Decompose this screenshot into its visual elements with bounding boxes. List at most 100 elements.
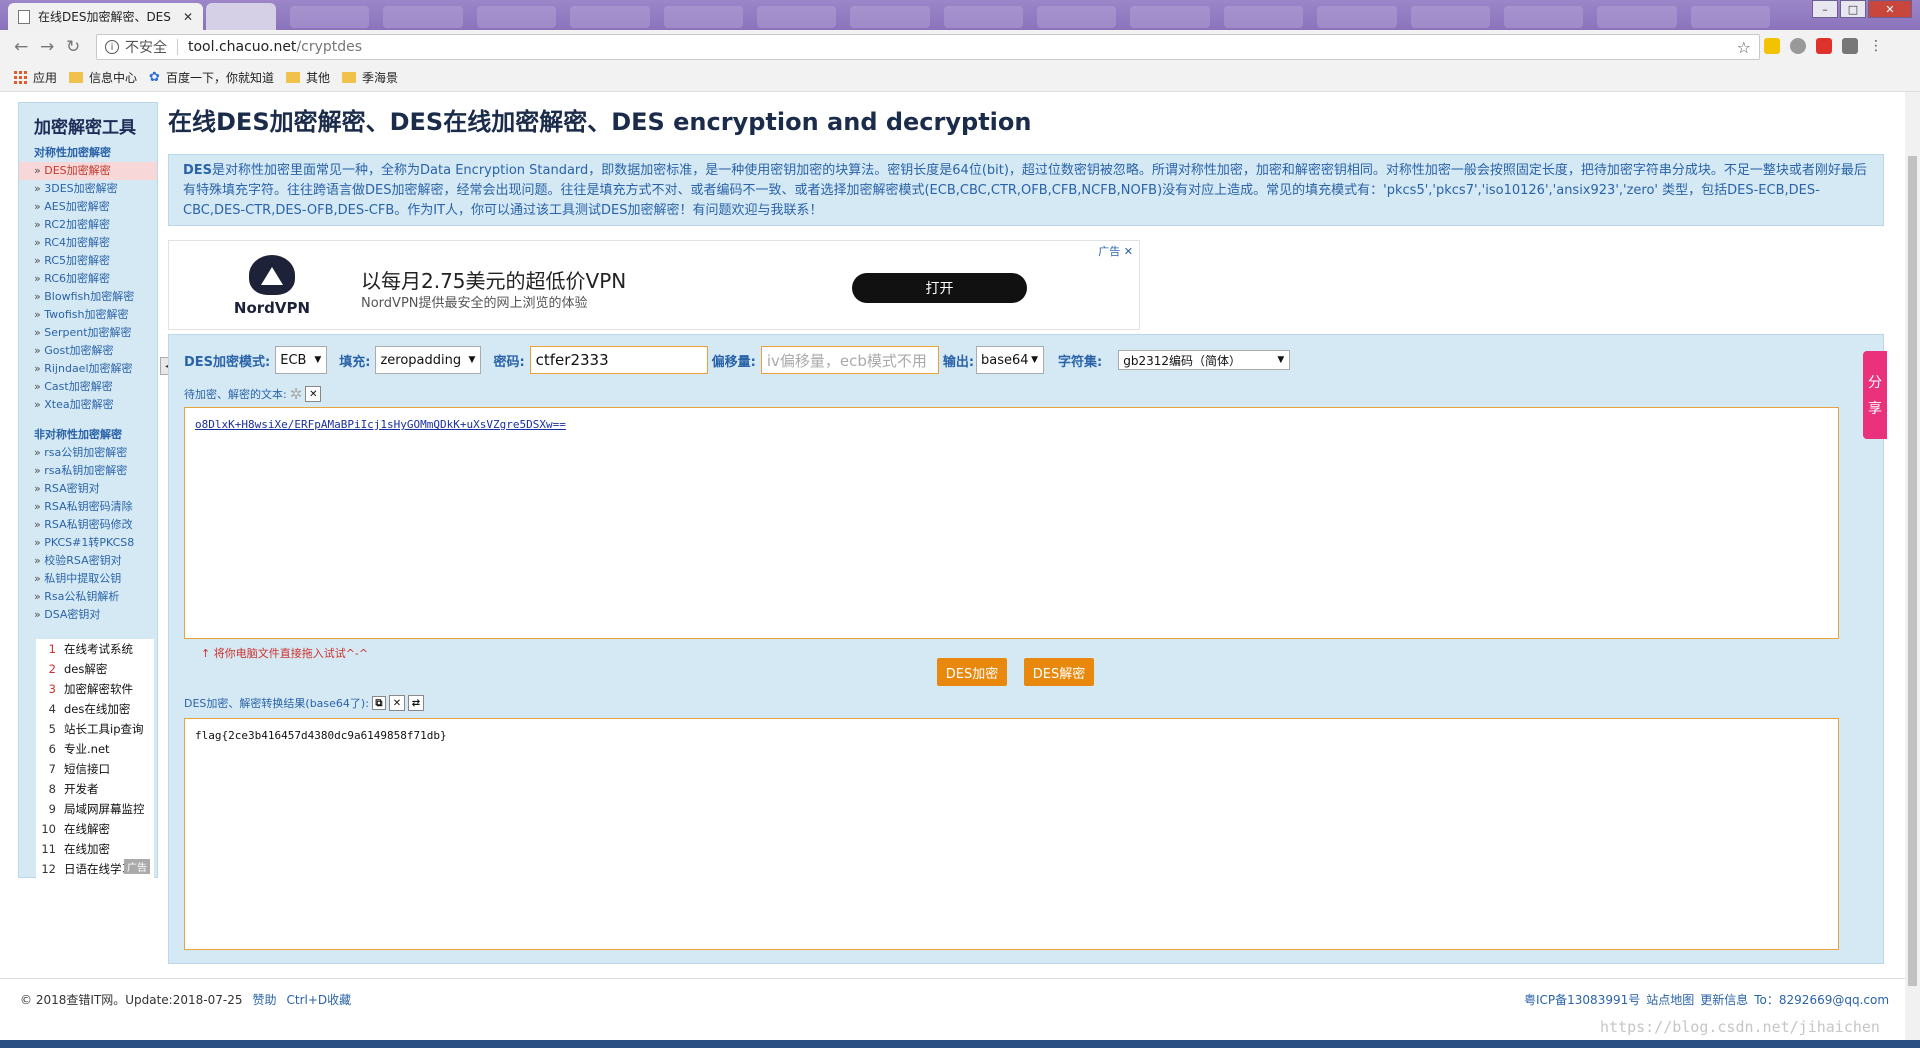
clear-input-icon[interactable]: ✕ (305, 386, 322, 402)
contact-email[interactable]: To：8292669@qq.com (1754, 991, 1889, 1008)
scrollbar-thumb[interactable] (1908, 156, 1917, 986)
sponsor-link[interactable]: 赞助 (252, 991, 276, 1008)
forward-icon[interactable]: → (40, 37, 54, 57)
sidebar-item[interactable]: Gost加密解密 (19, 342, 157, 360)
ad-choices-label[interactable]: 广告 ✕ (1098, 243, 1133, 259)
sidebar-item[interactable]: RC4加密解密 (19, 234, 157, 252)
brand-name: NordVPN (233, 299, 311, 317)
sidebar-item[interactable]: DSA密钥对 (19, 606, 157, 624)
copy-icon[interactable]: ⧉ (371, 696, 386, 710)
info-icon[interactable]: i (105, 40, 119, 54)
output-select[interactable]: base64 ▼ (976, 346, 1045, 374)
sidebar-item[interactable]: DES加密解密 (19, 162, 157, 180)
dropdown-arrow-icon: ▼ (314, 355, 322, 365)
sponsored-link[interactable]: 7 短信接口 (36, 759, 154, 779)
sponsored-link[interactable]: 2 des解密 (36, 659, 154, 679)
apps-icon (14, 71, 27, 84)
extension-icon[interactable] (1842, 38, 1858, 54)
sponsored-link[interactable]: 3 加密解密软件 (36, 679, 154, 699)
sidebar-item[interactable]: RSA密钥对 (19, 480, 157, 498)
browser-tab-active[interactable]: 在线DES加密解密、DES ✕ (8, 3, 203, 30)
sponsored-link[interactable]: 6 专业.net (36, 739, 154, 759)
bookmark-star-icon[interactable]: ☆ (1737, 38, 1751, 57)
sidebar-item[interactable]: Blowfish加密解密 (19, 288, 157, 306)
decrypt-button[interactable]: DES解密 (1024, 658, 1094, 686)
iv-input[interactable]: iv偏移量，ecb模式不用 (760, 346, 939, 374)
address-bar[interactable]: i 不安全 tool.chacuo.net /cryptdes ☆ (96, 34, 1760, 60)
sponsored-link[interactable]: 8 开发者 (36, 779, 154, 799)
encrypt-button[interactable]: DES加密 (937, 658, 1007, 686)
reload-icon[interactable]: ↻ (66, 37, 80, 57)
bookmarks-bar: 应用 信息中心 ✿ 百度一下，你就知道 其他 季海景 (0, 64, 1920, 92)
sidebar-item[interactable]: PKCS#1转PKCS8 (19, 534, 157, 552)
ad-headline: 以每月2.75美元的超低价VPN (361, 269, 627, 293)
padding-select[interactable]: zeropadding ▼ (375, 346, 482, 374)
sponsored-link[interactable]: 4 des在线加密 (36, 699, 154, 719)
sidebar-item[interactable]: RC2加密解密 (19, 216, 157, 234)
sidebar-item[interactable]: 私钥中提取公钥 (19, 570, 157, 588)
extension-icon[interactable] (1764, 38, 1780, 54)
extension-icon[interactable] (1790, 38, 1806, 54)
share-button[interactable]: 分 享 (1863, 351, 1887, 439)
sponsored-link[interactable]: 11 在线加密 (36, 839, 154, 859)
extension-icon[interactable] (1816, 38, 1832, 54)
sidebar-item[interactable]: RC5加密解密 (19, 252, 157, 270)
sidebar-item[interactable]: RSA私钥密码清除 (19, 498, 157, 516)
padding-label: 填充: (339, 354, 371, 370)
sidebar-item[interactable]: Rijndael加密解密 (19, 360, 157, 378)
menu-icon[interactable]: ⋮ (1868, 38, 1884, 54)
main-content: 在线DES加密解密、DES在线加密解密、DES encryption and d… (168, 92, 1884, 964)
gear-icon[interactable]: ✲ (290, 385, 303, 403)
bookmark-folder[interactable]: 其他 (285, 69, 330, 86)
vpn-ad-banner[interactable]: NordVPN 以每月2.75美元的超低价VPN NordVPN提供最安全的网上… (168, 240, 1140, 330)
icp-link[interactable]: 粤ICP备13083991号 (1524, 991, 1640, 1008)
input-textarea[interactable]: o8DlxK+H8wsiXe/ERFpAMaBPiIcj1sHyGOMmQDkK… (184, 407, 1839, 639)
sponsored-link[interactable]: 1 在线考试系统 (36, 639, 154, 659)
bookmark-apps[interactable]: 应用 (14, 69, 57, 86)
ad-open-button[interactable]: 打开 (852, 273, 1027, 303)
bookmark-folder[interactable]: 信息中心 (69, 69, 137, 86)
sidebar-item[interactable]: RSA私钥密码修改 (19, 516, 157, 534)
bookmark-folder[interactable]: 季海景 (341, 69, 398, 86)
sponsored-link[interactable]: 9 局域网屏幕监控 (36, 799, 154, 819)
sidebar-category-symmetric[interactable]: 对称性加密解密 (34, 144, 157, 160)
sponsored-link[interactable]: 10 在线解密 (36, 819, 154, 839)
copyright: © 2018查错IT网。Update:2018-07-25 (20, 993, 243, 1007)
sidebar-title: 加密解密工具 (34, 118, 136, 138)
sitemap-link[interactable]: 站点地图 (1646, 991, 1694, 1008)
url-host: tool.chacuo.net (188, 39, 297, 55)
key-input[interactable]: ctfer2333 (529, 346, 708, 374)
bookmark-hint[interactable]: Ctrl+D收藏 (286, 991, 351, 1008)
maximize-icon[interactable]: □ (1840, 0, 1866, 18)
mode-select[interactable]: ECB ▼ (275, 346, 328, 374)
minimize-icon[interactable]: – (1812, 0, 1838, 18)
sidebar-item[interactable]: AES加密解密 (19, 198, 157, 216)
bookmark-baidu[interactable]: ✿ 百度一下，你就知道 (149, 69, 274, 86)
key-label: 密码: (493, 354, 525, 370)
sidebar-item[interactable]: rsa公钥加密解密 (19, 444, 157, 462)
sidebar-item[interactable]: Serpent加密解密 (19, 324, 157, 342)
browser-new-tab[interactable] (206, 3, 276, 30)
result-textarea[interactable]: flag{2ce3b416457d4380dc9a6149858f71db} (184, 718, 1839, 950)
update-info-link[interactable]: 更新信息 (1700, 991, 1748, 1008)
sidebar-item[interactable]: 校验RSA密钥对 (19, 552, 157, 570)
sidebar-item[interactable]: rsa私钥加密解密 (19, 462, 157, 480)
window-close-icon[interactable]: ✕ (1868, 0, 1912, 18)
sidebar-item[interactable]: RC6加密解密 (19, 270, 157, 288)
desc-keyword: DES (183, 163, 213, 178)
sidebar-category-asymmetric[interactable]: 非对称性加密解密 (34, 426, 157, 442)
clear-result-icon[interactable]: ✕ (388, 695, 405, 711)
charset-select[interactable]: gb2312编码（简体） ▼ (1118, 350, 1291, 370)
swap-icon[interactable]: ⇄ (407, 695, 424, 711)
sidebar-item[interactable]: 3DES加密解密 (19, 180, 157, 198)
tab-title: 在线DES加密解密、DES (38, 10, 171, 24)
tab-close-icon[interactable]: ✕ (183, 10, 193, 24)
sidebar-item[interactable]: Rsa公私钥解析 (19, 588, 157, 606)
back-icon[interactable]: ← (14, 37, 28, 57)
sidebar-item[interactable]: Cast加密解密 (19, 378, 157, 396)
bookmark-label: 信息中心 (89, 71, 138, 85)
vertical-scrollbar[interactable] (1905, 92, 1920, 1048)
sidebar-item[interactable]: Xtea加密解密 (19, 396, 157, 414)
sponsored-link[interactable]: 5 站长工具ip查询 (36, 719, 154, 739)
sidebar-item[interactable]: Twofish加密解密 (19, 306, 157, 324)
